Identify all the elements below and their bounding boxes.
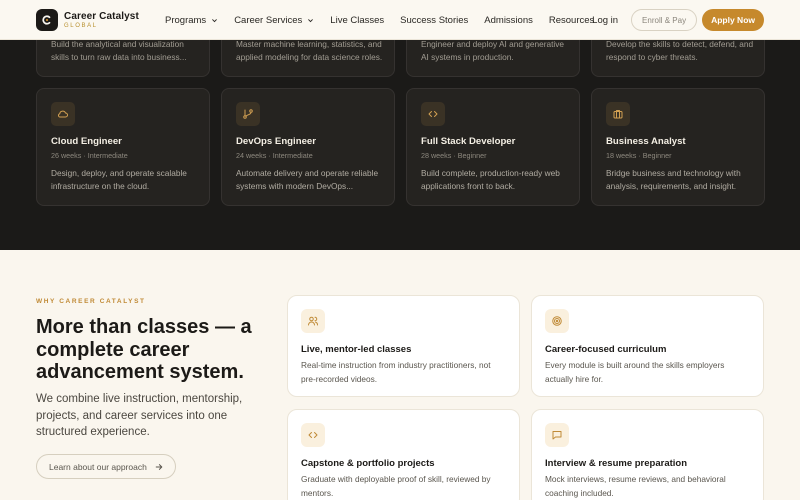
- feature-card-capstone: Capstone & portfolio projects Graduate w…: [287, 409, 520, 500]
- program-description: Bridge business and technology with anal…: [606, 168, 741, 191]
- chevron-down-icon: [308, 18, 314, 22]
- briefcase-icon: [606, 102, 630, 126]
- program-title: DevOps Engineer: [236, 136, 316, 147]
- feature-description: Real-time instruction from industry prac…: [301, 360, 491, 384]
- apply-now-button[interactable]: Apply Now: [702, 9, 764, 31]
- program-meta: 26 weeks · Intermediate: [51, 151, 128, 160]
- code-icon: [421, 102, 445, 126]
- nav-label: Success Stories: [400, 14, 469, 26]
- feature-title: Capstone & portfolio projects: [301, 458, 435, 469]
- feature-card-interview: Interview & resume preparation Mock inte…: [531, 409, 764, 500]
- program-card-devops-engineer[interactable]: DevOps Engineer 24 weeks · Intermediate …: [221, 88, 395, 206]
- program-title: Business Analyst: [606, 136, 686, 147]
- logo-mark-icon: [36, 9, 58, 31]
- program-meta: 18 weeks · Beginner: [606, 151, 672, 160]
- section-lead: We combine live instruction, mentorship,…: [36, 393, 243, 438]
- nav-label: Admissions: [484, 14, 533, 26]
- program-card-full-stack-developer[interactable]: Full Stack Developer 28 weeks · Beginner…: [406, 88, 580, 206]
- nav-label: Career Services: [234, 14, 303, 26]
- nav-resources[interactable]: Resources: [549, 15, 594, 26]
- git-branch-icon: [236, 102, 260, 126]
- brand-sub: GLOBAL: [64, 22, 98, 29]
- program-card-business-analyst[interactable]: Business Analyst 18 weeks · Beginner Bri…: [591, 88, 765, 206]
- program-description: Master machine learning, statistics, and…: [236, 39, 383, 62]
- program-meta: 28 weeks · Beginner: [421, 151, 487, 160]
- why-section: WHY CAREER CATALYST More than classes — …: [0, 250, 800, 500]
- feature-title: Career-focused curriculum: [545, 344, 667, 355]
- target-icon: [545, 309, 569, 333]
- program-card-cloud-engineer[interactable]: Cloud Engineer 26 weeks · Intermediate D…: [36, 88, 210, 206]
- feature-title: Live, mentor-led classes: [301, 344, 412, 355]
- nav-live-classes[interactable]: Live Classes: [330, 15, 384, 26]
- users-icon: [301, 309, 325, 333]
- section-eyebrow: WHY CAREER CATALYST: [36, 298, 146, 305]
- program-description: Build complete, production-ready web app…: [421, 168, 560, 191]
- nav-admissions[interactable]: Admissions: [484, 15, 533, 26]
- nav-label: Resources: [548, 14, 595, 26]
- feature-card-curriculum: Career-focused curriculum Every module i…: [531, 295, 764, 397]
- program-description: Design, deploy, and operate scalable inf…: [51, 168, 187, 191]
- feature-description: Graduate with deployable proof of skill,…: [301, 474, 491, 498]
- program-description: Build the analytical and visualization s…: [51, 39, 187, 62]
- chevron-down-icon: [212, 18, 218, 22]
- button-label: Learn about our approach: [49, 461, 147, 472]
- feature-title: Interview & resume preparation: [545, 458, 688, 469]
- learn-approach-button[interactable]: Learn about our approach: [36, 454, 176, 479]
- nav-label: Live Classes: [330, 14, 385, 26]
- feature-description: Mock interviews, resume reviews, and beh…: [545, 474, 726, 498]
- program-description: Develop the skills to detect, defend, an…: [606, 39, 754, 62]
- nav-programs[interactable]: Programs: [165, 15, 218, 26]
- arrow-right-icon: [155, 463, 163, 470]
- login-link[interactable]: Log in: [592, 15, 618, 26]
- program-meta: 24 weeks · Intermediate: [236, 151, 313, 160]
- program-description: Engineer and deploy AI and generative AI…: [421, 39, 564, 62]
- section-headline: More than classes — a complete career ad…: [36, 316, 252, 383]
- program-description: Automate delivery and operate reliable s…: [236, 168, 379, 191]
- nav-career-services[interactable]: Career Services: [234, 15, 314, 26]
- top-nav: Career Catalyst GLOBAL Programs Career S…: [0, 0, 800, 40]
- nav-success-stories[interactable]: Success Stories: [400, 15, 468, 26]
- feature-description: Every module is built around the skills …: [545, 360, 725, 384]
- nav-label: Programs: [165, 14, 207, 26]
- brand-logo[interactable]: Career Catalyst GLOBAL: [36, 9, 139, 31]
- program-title: Cloud Engineer: [51, 136, 122, 147]
- code-icon: [301, 423, 325, 447]
- brand-name: Career Catalyst: [64, 10, 139, 22]
- program-title: Full Stack Developer: [421, 136, 516, 147]
- cloud-icon: [51, 102, 75, 126]
- chat-icon: [545, 423, 569, 447]
- main-menu: Programs Career Services Live Classes Su…: [165, 0, 610, 40]
- enroll-pay-button[interactable]: Enroll & Pay: [631, 9, 698, 31]
- feature-card-live-classes: Live, mentor-led classes Real-time instr…: [287, 295, 520, 397]
